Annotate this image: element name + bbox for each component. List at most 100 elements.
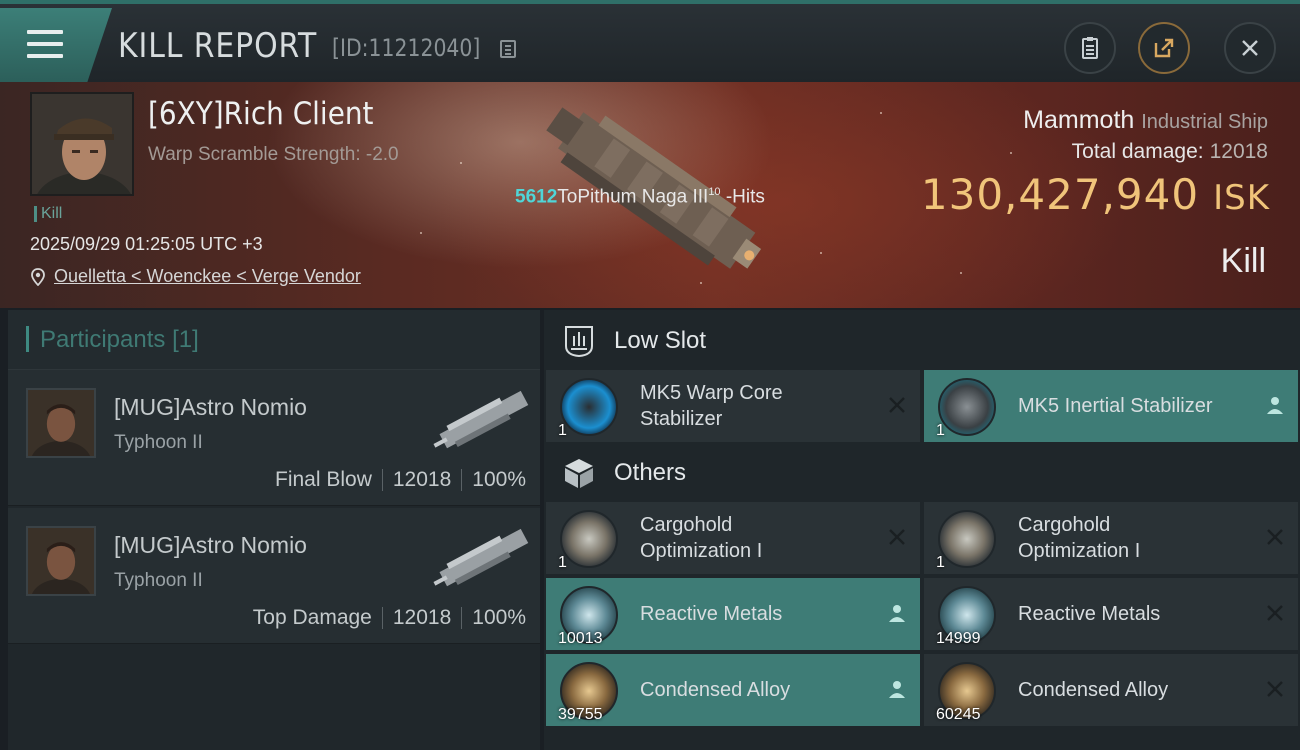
participant-ship: Typhoon II bbox=[114, 432, 203, 453]
participants-header[interactable]: Participants [1] bbox=[8, 310, 540, 370]
participant-stats: Top Damage 12018 100% bbox=[253, 606, 526, 630]
isk-value-line: 130,427,940 ISK bbox=[921, 170, 1270, 219]
low-slot-label: Low Slot bbox=[614, 327, 707, 354]
item-quantity: 10013 bbox=[558, 630, 603, 647]
total-damage-line: Total damage: 12018 bbox=[1072, 140, 1268, 164]
low-slot-icon bbox=[565, 326, 593, 358]
participant-avatar[interactable] bbox=[26, 526, 96, 596]
cargohold-icon bbox=[938, 510, 996, 568]
dropped-pilot-icon bbox=[1267, 397, 1283, 414]
share-button[interactable] bbox=[1138, 22, 1190, 74]
hits-count: 5612 bbox=[515, 186, 558, 208]
participants-title: Participants [1] bbox=[40, 326, 199, 353]
item-card[interactable]: 10013 Reactive Metals bbox=[546, 578, 920, 650]
report-id: [ID:11212040] bbox=[332, 34, 481, 62]
others-label: Others bbox=[614, 459, 687, 486]
participant-avatar[interactable] bbox=[26, 388, 96, 458]
participants-panel: Participants [1] [MUG]Astro Nomio Typhoo… bbox=[8, 310, 540, 750]
participant-percent: 100% bbox=[472, 468, 526, 491]
isk-value: 130,427,940 bbox=[920, 170, 1200, 219]
participant-role: Top Damage bbox=[252, 606, 372, 629]
participant-damage: 12018 bbox=[392, 606, 452, 629]
share-icon bbox=[1154, 38, 1174, 58]
item-quantity: 39755 bbox=[558, 706, 603, 723]
destroyed-icon bbox=[1267, 681, 1283, 697]
item-card[interactable]: 14999 Reactive Metals bbox=[924, 578, 1298, 650]
destroyed-icon bbox=[1267, 605, 1283, 621]
participant-stats: Final Blow 12018 100% bbox=[275, 468, 526, 492]
dropped-pilot-icon bbox=[889, 681, 905, 698]
top-bar: KILL REPORT [ID:11212040] bbox=[0, 0, 1300, 82]
item-name: Condensed Alloy bbox=[1018, 679, 1169, 701]
page-title: KILL REPORT bbox=[118, 26, 318, 66]
item-name: Cargohold Optimization I bbox=[1018, 514, 1141, 562]
item-card[interactable]: 1 MK5 Warp Core Stabilizer bbox=[546, 370, 920, 442]
close-button[interactable] bbox=[1224, 22, 1276, 74]
kill-datetime: 2025/09/29 01:25:05 UTC +3 bbox=[30, 234, 263, 254]
copy-id-icon[interactable] bbox=[500, 40, 516, 58]
close-icon bbox=[1242, 40, 1258, 56]
destroyed-icon bbox=[889, 529, 905, 545]
clipboard-button[interactable] bbox=[1064, 22, 1116, 74]
destroyed-icon bbox=[889, 397, 905, 413]
item-quantity: 1 bbox=[558, 422, 567, 439]
location-link[interactable]: Ouelletta < Woenckee < Verge Vendor bbox=[30, 266, 361, 287]
total-damage-value: 12018 bbox=[1209, 140, 1268, 163]
item-card[interactable]: 1 Cargohold Optimization I bbox=[924, 502, 1298, 574]
participant-role: Final Blow bbox=[275, 468, 372, 491]
cargohold-icon bbox=[560, 510, 618, 568]
hits-sup: 10 bbox=[708, 186, 721, 198]
item-name: MK5 Inertial Stabilizer bbox=[1018, 395, 1213, 417]
participant-ship: Typhoon II bbox=[114, 570, 203, 591]
participant-ship-image bbox=[433, 528, 529, 587]
menu-button[interactable] bbox=[0, 8, 112, 82]
item-quantity: 60245 bbox=[936, 706, 981, 723]
total-damage-label: Total damage: bbox=[1071, 140, 1204, 163]
others-header: Others bbox=[544, 444, 1300, 502]
item-name: Condensed Alloy bbox=[640, 679, 791, 701]
item-card[interactable]: 60245 Condensed Alloy bbox=[924, 654, 1298, 726]
item-name: Reactive Metals bbox=[640, 603, 783, 625]
item-card[interactable]: 39755 Condensed Alloy bbox=[546, 654, 920, 726]
participant-ship-image bbox=[433, 390, 529, 449]
item-quantity: 14999 bbox=[936, 630, 981, 647]
hamburger-icon bbox=[27, 30, 63, 66]
dropped-pilot-icon bbox=[889, 605, 905, 622]
items-panel: Low Slot 1 MK5 Warp Core Stabilizer 1 MK… bbox=[544, 310, 1300, 750]
clipboard-icon bbox=[1082, 37, 1098, 59]
cargo-box-icon bbox=[565, 459, 593, 488]
participant-row[interactable]: [MUG]Astro Nomio Typhoon II Top Damage 1… bbox=[8, 508, 540, 644]
item-quantity: 1 bbox=[936, 422, 945, 439]
ship-name-line: Mammoth Industrial Ship bbox=[1023, 106, 1268, 135]
participant-damage: 12018 bbox=[392, 468, 452, 491]
top-hits-line: 5612ToPithum Naga III10 -Hits bbox=[515, 186, 765, 208]
victim-banner: [6XY]Rich Client Warp Scramble Strength:… bbox=[0, 82, 1300, 308]
inertial-stabilizer-icon bbox=[938, 378, 996, 436]
warp-scramble-strength: Warp Scramble Strength: -2.0 bbox=[148, 144, 399, 165]
item-quantity: 1 bbox=[936, 554, 945, 571]
participant-row[interactable]: [MUG]Astro Nomio Typhoon II Final Blow 1… bbox=[8, 370, 540, 506]
ship-class: Industrial Ship bbox=[1141, 111, 1268, 133]
victim-avatar[interactable] bbox=[30, 92, 134, 196]
item-name: Reactive Metals bbox=[1018, 603, 1161, 625]
low-slot-header: Low Slot bbox=[544, 312, 1300, 370]
participant-percent: 100% bbox=[472, 606, 526, 629]
kill-tag: Kill bbox=[34, 206, 62, 222]
result-label: Kill bbox=[1220, 242, 1266, 280]
isk-unit: ISK bbox=[1213, 178, 1270, 218]
victim-name: [6XY]Rich Client bbox=[148, 96, 374, 132]
destroyed-icon bbox=[1267, 529, 1283, 545]
location-pin-icon bbox=[31, 267, 45, 286]
hits-pilot: ToPithum Naga III bbox=[557, 186, 709, 208]
item-card[interactable]: 1 MK5 Inertial Stabilizer bbox=[924, 370, 1298, 442]
hits-suffix: -Hits bbox=[720, 186, 765, 208]
ship-name: Mammoth bbox=[1023, 106, 1135, 134]
item-quantity: 1 bbox=[558, 554, 567, 571]
participant-name: [MUG]Astro Nomio bbox=[114, 394, 307, 420]
item-name: MK5 Warp Core Stabilizer bbox=[640, 382, 783, 430]
item-card[interactable]: 1 Cargohold Optimization I bbox=[546, 502, 920, 574]
participant-name: [MUG]Astro Nomio bbox=[114, 532, 307, 558]
location-text: Ouelletta < Woenckee < Verge Vendor bbox=[54, 266, 361, 286]
warp-core-stabilizer-icon bbox=[560, 378, 618, 436]
item-name: Cargohold Optimization I bbox=[640, 514, 763, 562]
